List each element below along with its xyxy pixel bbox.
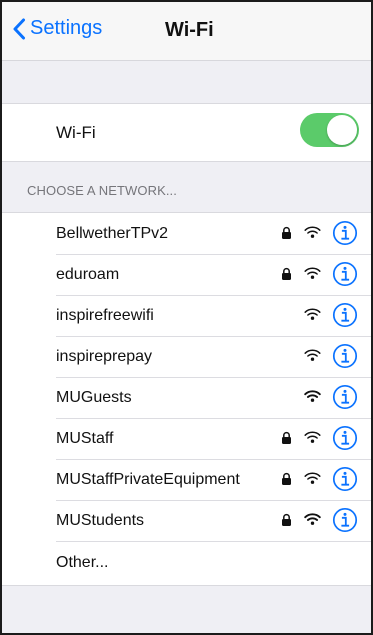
- wifi-signal-icon: [304, 266, 321, 280]
- info-icon[interactable]: [332, 302, 358, 328]
- network-row-bellwethertpv2[interactable]: BellwetherTPv2: [2, 213, 371, 254]
- network-list: BellwetherTPv2 eduroam inspirefreewifi i…: [2, 213, 371, 586]
- lock-icon: [281, 513, 292, 527]
- network-row-muguests[interactable]: MUGuests: [2, 377, 371, 418]
- network-name: inspireprepay: [56, 347, 153, 365]
- wifi-signal-icon: [304, 307, 321, 321]
- network-name: MUGuests: [56, 388, 132, 406]
- wifi-signal-icon: [304, 471, 321, 485]
- info-icon[interactable]: [332, 425, 358, 451]
- toggle-knob: [327, 115, 357, 145]
- info-icon[interactable]: [332, 384, 358, 410]
- page-title: Wi-Fi: [165, 19, 214, 41]
- bottom-spacer: [2, 583, 371, 633]
- lock-icon: [281, 226, 292, 240]
- network-name: MUStaffPrivateEquipment: [56, 470, 240, 488]
- network-name: inspirefreewifi: [56, 306, 154, 324]
- choose-network-header: CHOOSE A NETWORK...: [27, 183, 177, 198]
- network-row-mustudents[interactable]: MUStudents: [2, 500, 371, 541]
- lock-icon: [281, 267, 292, 281]
- network-name: eduroam: [56, 265, 120, 283]
- back-button[interactable]: Settings: [12, 17, 102, 40]
- other-network-row[interactable]: Other...: [2, 541, 371, 585]
- info-icon[interactable]: [332, 343, 358, 369]
- back-label: Settings: [30, 17, 103, 39]
- navigation-bar: Settings Wi-Fi: [2, 2, 371, 61]
- other-network-label: Other...: [56, 554, 109, 571]
- wifi-toggle-label: Wi-Fi: [56, 122, 96, 142]
- wifi-toggle-row: Wi-Fi: [2, 104, 371, 162]
- wifi-signal-icon: [304, 430, 321, 444]
- wifi-signal-icon: [304, 348, 321, 362]
- lock-icon: [281, 431, 292, 445]
- network-row-inspireprepay[interactable]: inspireprepay: [2, 336, 371, 377]
- lock-icon: [281, 472, 292, 486]
- wifi-signal-icon: [304, 389, 321, 403]
- network-row-mustaffprivateequipment[interactable]: MUStaffPrivateEquipment: [2, 459, 371, 500]
- info-icon[interactable]: [332, 220, 358, 246]
- info-icon[interactable]: [332, 507, 358, 533]
- wifi-signal-icon: [304, 225, 321, 239]
- network-row-eduroam[interactable]: eduroam: [2, 254, 371, 295]
- info-icon[interactable]: [332, 261, 358, 287]
- wifi-toggle-switch[interactable]: [300, 113, 359, 147]
- section-header: CHOOSE A NETWORK...: [2, 162, 371, 213]
- info-icon[interactable]: [332, 466, 358, 492]
- network-name: MUStudents: [56, 511, 145, 529]
- top-spacer: [2, 61, 371, 104]
- wifi-signal-icon: [304, 512, 321, 526]
- network-name: MUStaff: [56, 429, 114, 447]
- phone-frame: Settings Wi-Fi Wi-Fi CHOOSE A NETWORK...…: [0, 0, 373, 635]
- chevron-left-icon: [12, 18, 30, 40]
- network-row-mustaff[interactable]: MUStaff: [2, 418, 371, 459]
- network-name: BellwetherTPv2: [56, 224, 169, 242]
- network-row-inspirefreewifi[interactable]: inspirefreewifi: [2, 295, 371, 336]
